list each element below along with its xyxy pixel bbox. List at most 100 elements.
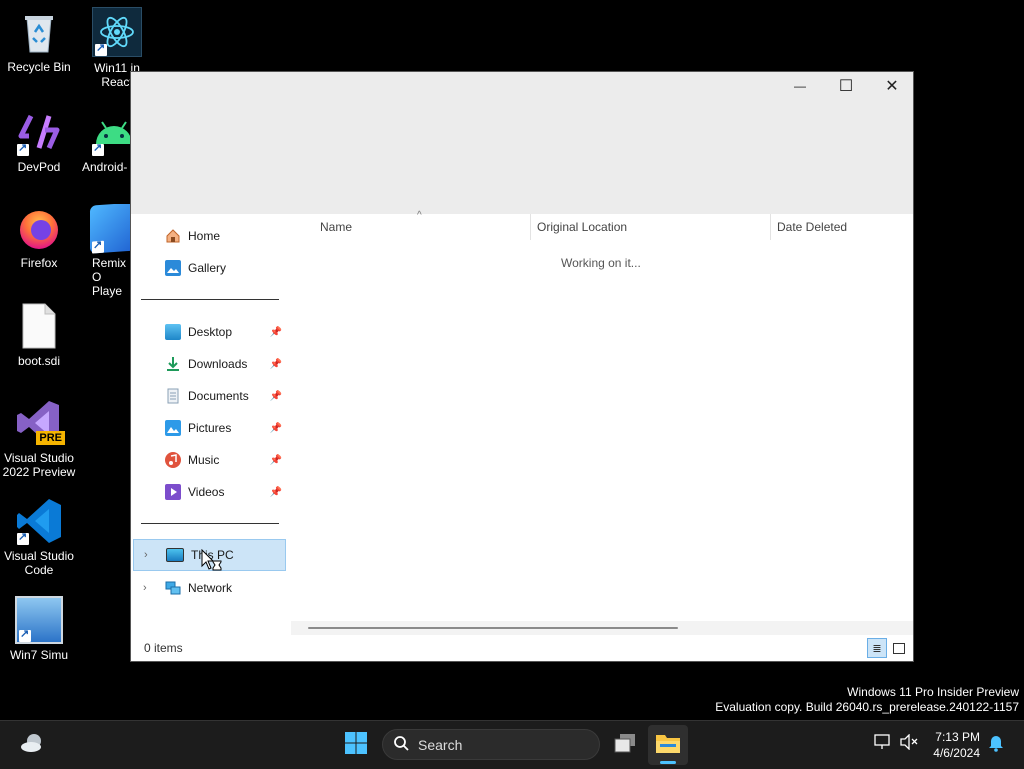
scrollbar-thumb[interactable] [308, 627, 678, 629]
notifications-button[interactable] [986, 734, 1006, 756]
start-button[interactable] [340, 730, 372, 760]
column-divider[interactable] [530, 214, 531, 240]
android-icon [90, 108, 130, 156]
status-bar: 0 items ≣ [131, 635, 913, 661]
task-view-button[interactable] [609, 730, 641, 760]
windows-logo-icon [344, 731, 368, 760]
column-header-label: Original Location [537, 220, 628, 234]
music-icon [165, 452, 181, 468]
desktop-icon-label: boot.sdi [17, 354, 61, 368]
download-icon [165, 356, 181, 372]
nav-item-desktop[interactable]: Desktop 📌 [133, 317, 286, 347]
devpod-icon [15, 108, 63, 156]
ethernet-icon [874, 733, 892, 755]
pin-icon[interactable]: 📌 [270, 391, 282, 402]
active-indicator [660, 761, 676, 764]
desktop-icon-label: DevPod [17, 160, 61, 174]
videos-icon [165, 484, 181, 500]
nav-item-home[interactable]: Home [133, 221, 286, 251]
pin-icon[interactable]: 📌 [270, 327, 282, 338]
task-view-icon [613, 732, 637, 759]
shortcut-arrow-icon [92, 141, 104, 156]
desktop-icon-label: Win7 Simu [9, 648, 68, 662]
vscode-icon [15, 497, 63, 545]
pin-icon[interactable]: 📌 [270, 423, 282, 434]
close-button[interactable]: ✕ [869, 72, 915, 100]
nav-item-gallery[interactable]: Gallery [133, 253, 286, 283]
nav-item-label: Gallery [188, 261, 227, 275]
file-explorer-window: — ☐ ✕ Home Gallery Desktop 📌 Downloads 📌… [130, 71, 914, 662]
nav-item-label: Downloads [188, 357, 248, 371]
file-explorer-taskbar-button[interactable] [648, 725, 688, 765]
title-bar: — ☐ ✕ [131, 72, 913, 214]
system-clock[interactable]: 7:13 PM 4/6/2024 [933, 729, 980, 761]
pin-icon[interactable]: 📌 [270, 359, 282, 370]
pin-icon[interactable]: 📌 [270, 487, 282, 498]
desktop-icon-label: Android- [82, 160, 128, 174]
clock-date: 4/6/2024 [933, 746, 980, 760]
shortcut-arrow-icon [92, 240, 104, 254]
taskbar-search-box[interactable]: Search [382, 729, 600, 760]
nav-item-label: Pictures [188, 421, 232, 435]
pin-icon[interactable]: 📌 [270, 455, 282, 466]
mouse-cursor-icon [201, 548, 223, 578]
evaluation-watermark: Windows 11 Pro Insider Preview Evaluatio… [715, 685, 1019, 715]
desktop-icon-vscode[interactable]: Visual Studio Code [0, 497, 79, 577]
nav-item-label: Videos [188, 485, 225, 499]
minimize-icon: — [794, 79, 806, 93]
close-icon: ✕ [885, 78, 899, 95]
bell-icon [988, 734, 1004, 757]
search-label: Search [418, 736, 463, 753]
pre-badge: PRE [36, 431, 65, 445]
nav-item-label: Network [188, 581, 233, 595]
maximize-button[interactable]: ☐ [823, 72, 869, 100]
desktop-icon-label: Visual Studio 2022 Preview [2, 451, 76, 479]
column-divider[interactable] [770, 214, 771, 240]
chevron-right-icon[interactable]: › [144, 549, 148, 561]
nav-item-pictures[interactable]: Pictures 📌 [133, 413, 286, 443]
details-view-button[interactable]: ≣ [867, 638, 887, 658]
computer-icon [166, 548, 184, 562]
minimize-button[interactable]: — [777, 72, 823, 100]
desktop-icon-boot-sdi[interactable]: boot.sdi [0, 302, 79, 368]
desktop-icon-remix[interactable]: Remix O Playe [77, 204, 130, 298]
column-header-date-deleted[interactable]: Date Deleted [777, 214, 907, 240]
react-icon [92, 7, 142, 57]
watermark-line: Windows 11 Pro Insider Preview [847, 685, 1019, 699]
nav-item-videos[interactable]: Videos 📌 [133, 477, 286, 507]
search-icon [393, 735, 409, 754]
maximize-icon: ☐ [838, 78, 854, 95]
nav-item-label: Desktop [188, 325, 233, 339]
nav-item-music[interactable]: Music 📌 [133, 445, 286, 475]
column-header-label: Name [320, 220, 353, 234]
large-icons-view-button[interactable] [889, 638, 909, 658]
nav-item-label: Home [188, 229, 221, 243]
desktop-icon-devpod[interactable]: DevPod [0, 108, 79, 174]
desktop-icon-android[interactable]: Android- [77, 108, 130, 174]
desktop-icon-recycle-bin[interactable]: Recycle Bin [0, 8, 79, 74]
desktop-folder-icon [165, 324, 181, 340]
shortcut-arrow-icon [17, 530, 29, 545]
win7-simulator-icon [15, 596, 63, 644]
column-header-original-location[interactable]: Original Location [537, 214, 767, 240]
column-header-label: Date Deleted [777, 220, 848, 234]
folder-icon [655, 732, 681, 759]
gallery-icon [165, 260, 181, 276]
widgets-button[interactable] [17, 731, 47, 759]
firefox-icon [15, 204, 63, 252]
network-status-button[interactable] [873, 733, 893, 755]
desktop-icon-win7-simu[interactable]: Win7 Simu [0, 596, 79, 662]
horizontal-scrollbar[interactable] [291, 621, 913, 635]
loading-message: Working on it... [561, 256, 641, 270]
nav-item-documents[interactable]: Documents 📌 [133, 381, 286, 411]
chevron-right-icon[interactable]: › [143, 582, 147, 594]
desktop-icon-label: Recycle Bin [7, 60, 71, 74]
volume-button[interactable] [899, 732, 919, 755]
column-header-name[interactable]: Name [320, 214, 530, 240]
desktop-icon-vs2022[interactable]: PRE Visual Studio 2022 Preview [0, 399, 79, 479]
clock-time: 7:13 PM [935, 730, 980, 744]
desktop-icon-firefox[interactable]: Firefox [0, 204, 79, 270]
desktop-icon-label: Visual Studio Code [4, 549, 74, 577]
nav-item-downloads[interactable]: Downloads 📌 [133, 349, 286, 379]
large-icons-view-icon [893, 642, 905, 654]
